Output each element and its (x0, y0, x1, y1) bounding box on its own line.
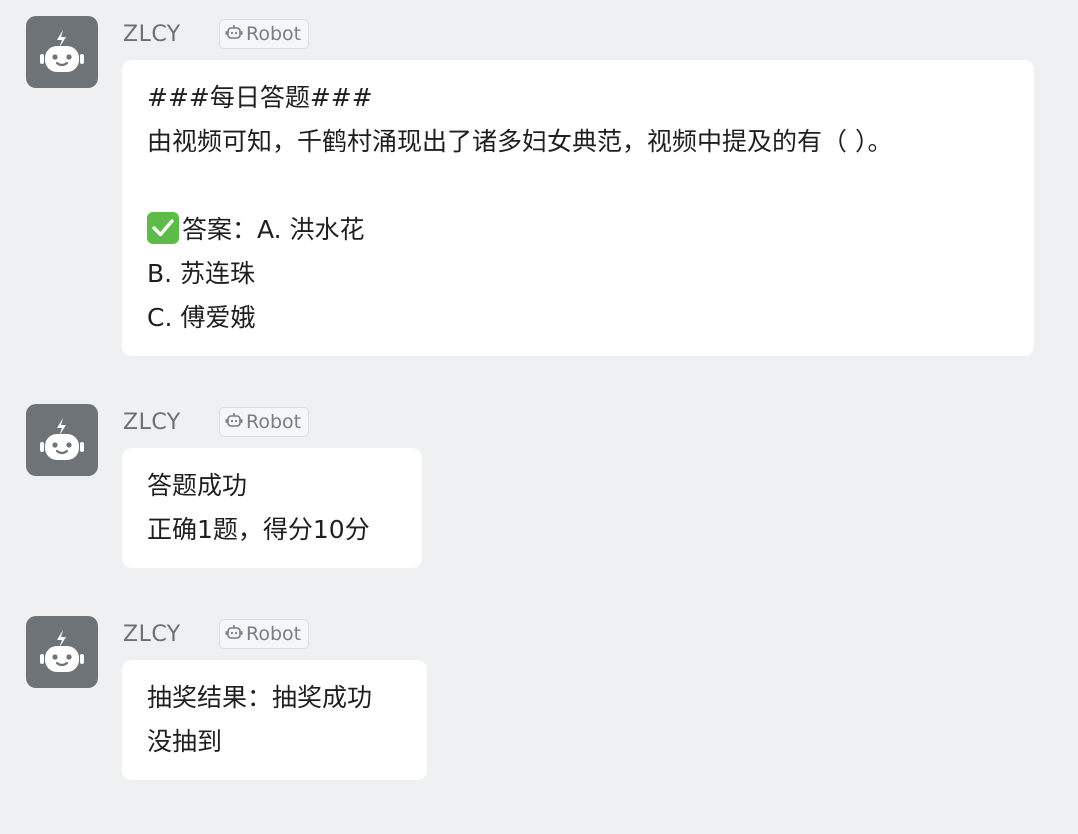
message-line: C. 傅爱娥 (147, 303, 256, 332)
message-bubble[interactable]: ###每日答题### 由视频可知，千鹤村涌现出了诸多妇女典范，视频中提及的有（ … (122, 60, 1034, 356)
message-line: 正确1题，得分10分 (147, 515, 370, 544)
message-bubble[interactable]: 抽奖结果：抽奖成功 没抽到 (122, 660, 427, 780)
message-line (147, 164, 1009, 208)
robot-badge: Robot (219, 19, 310, 49)
sender-name[interactable]: ZLCY (123, 620, 181, 650)
robot-badge-label: Robot (246, 411, 302, 433)
message-line: 由视频可知，千鹤村涌现出了诸多妇女典范，视频中提及的有（ ）。 (147, 127, 893, 156)
robot-badge: Robot (219, 619, 310, 649)
message-line: ###每日答题### (147, 83, 373, 112)
message-line: 抽奖结果：抽奖成功 (147, 683, 373, 712)
robot-badge: Robot (219, 407, 310, 437)
message-bubble[interactable]: 答题成功 正确1题，得分10分 (122, 448, 422, 568)
robot-avatar-icon[interactable] (26, 16, 98, 88)
sender-name[interactable]: ZLCY (123, 20, 181, 50)
answer-line: 答案：A. 洪水花 (147, 208, 1009, 252)
sender-name[interactable]: ZLCY (123, 408, 181, 438)
message-line: B. 苏连珠 (147, 259, 256, 288)
robot-icon (225, 23, 243, 45)
robot-avatar-icon[interactable] (26, 616, 98, 688)
robot-icon (225, 411, 243, 433)
robot-avatar-icon[interactable] (26, 404, 98, 476)
message-line: 没抽到 (147, 727, 223, 756)
robot-badge-label: Robot (246, 23, 302, 45)
answer-text: 答案：A. 洪水花 (182, 215, 365, 244)
message-line: 答题成功 (147, 471, 248, 500)
robot-badge-label: Robot (246, 623, 302, 645)
check-mark-icon (147, 212, 179, 244)
robot-icon (225, 623, 243, 645)
